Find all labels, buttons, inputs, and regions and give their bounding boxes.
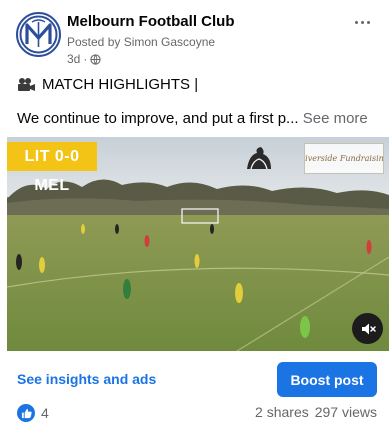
reaction-count: 4 <box>41 405 49 421</box>
post-stats: 2 shares 297 views <box>255 404 377 420</box>
muted-speaker-icon <box>361 323 376 334</box>
post-body: We continue to improve, and put a first … <box>17 110 377 127</box>
headline-text: MATCH HIGHLIGHTS | <box>42 76 199 93</box>
sponsor-logo: Riverside Fundraising <box>304 143 384 174</box>
views-count: 297 views <box>314 404 377 420</box>
mute-button[interactable] <box>352 313 383 344</box>
club-watermark-icon <box>247 147 271 170</box>
club-avatar[interactable] <box>16 12 61 57</box>
page-name[interactable]: Melbourn Football Club <box>67 13 234 30</box>
more-options-icon[interactable] <box>349 12 375 32</box>
thumbs-up-glyph <box>21 408 32 418</box>
post-header: Melbourn Football Club Posted by Simon G… <box>0 0 389 70</box>
movie-camera-icon <box>18 78 35 91</box>
sponsor-text: Riverside Fundraising <box>305 154 384 163</box>
boost-post-button[interactable]: Boost post <box>277 362 377 397</box>
club-crest-icon <box>19 15 58 54</box>
score-badge: LIT 0-0 MEL <box>7 142 97 194</box>
see-insights-link[interactable]: See insights and ads <box>17 371 156 387</box>
post-body-text: We continue to improve, and put a first … <box>17 110 299 127</box>
globe-icon <box>90 53 101 65</box>
see-more-link[interactable]: See more <box>303 110 368 127</box>
more-dot <box>354 20 358 24</box>
meta-separator: · <box>83 52 88 66</box>
posted-by-label: Posted by Simon Gascoyne <box>67 35 216 49</box>
video-player[interactable]: LIT 0-0 MEL Riverside Fundraising <box>7 137 389 351</box>
shares-count[interactable]: 2 shares <box>255 404 309 420</box>
more-dot <box>360 20 364 24</box>
more-dot <box>366 20 370 24</box>
post-time[interactable]: 3d <box>67 52 80 66</box>
post-headline: MATCH HIGHLIGHTS | <box>17 76 198 93</box>
thumbs-up-icon <box>17 404 35 422</box>
post-meta: 3d · <box>67 52 101 66</box>
reaction-summary[interactable]: 4 <box>17 404 49 422</box>
